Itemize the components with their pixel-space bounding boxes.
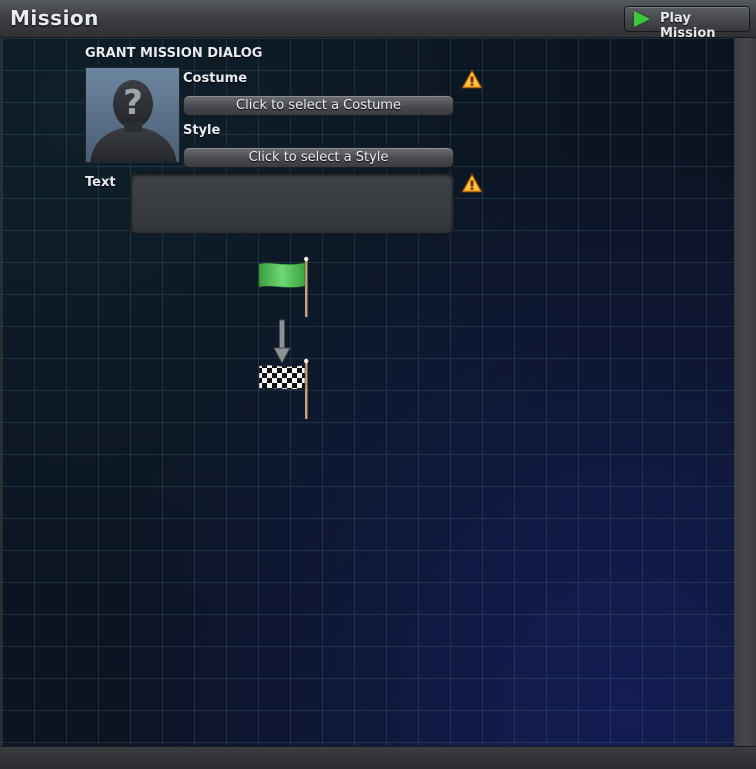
green-flag-icon[interactable] bbox=[257, 256, 311, 318]
checkered-flag-icon[interactable] bbox=[257, 358, 311, 420]
style-label: Style bbox=[183, 123, 221, 138]
dialog-title: GRANT MISSION DIALOG bbox=[85, 46, 263, 61]
dialog-text-field[interactable] bbox=[130, 173, 454, 234]
text-label: Text bbox=[85, 175, 116, 190]
play-mission-button[interactable]: Play Mission bbox=[624, 6, 750, 41]
vertical-scrollbar[interactable] bbox=[734, 38, 756, 746]
warning-icon[interactable] bbox=[461, 69, 483, 89]
play-icon bbox=[634, 11, 650, 27]
select-costume-button[interactable]: Click to select a Costume bbox=[183, 95, 454, 116]
mission-canvas[interactable]: GRANT MISSION DIALOG ? Costume Click to … bbox=[2, 38, 734, 746]
play-mission-label: Play Mission bbox=[660, 11, 716, 41]
horizontal-scrollbar[interactable] bbox=[0, 746, 756, 769]
select-style-button[interactable]: Click to select a Style bbox=[183, 147, 454, 168]
costume-portrait[interactable]: ? bbox=[85, 67, 180, 163]
warning-icon[interactable] bbox=[461, 173, 483, 193]
question-mark: ? bbox=[123, 83, 143, 123]
title-bar: Mission Play Mission bbox=[0, 0, 756, 41]
mission-window: Mission Play Mission GRANT MISSION DIALO… bbox=[0, 0, 756, 769]
window-title: Mission bbox=[10, 6, 99, 30]
costume-label: Costume bbox=[183, 71, 248, 86]
silhouette-icon: ? bbox=[90, 80, 177, 162]
